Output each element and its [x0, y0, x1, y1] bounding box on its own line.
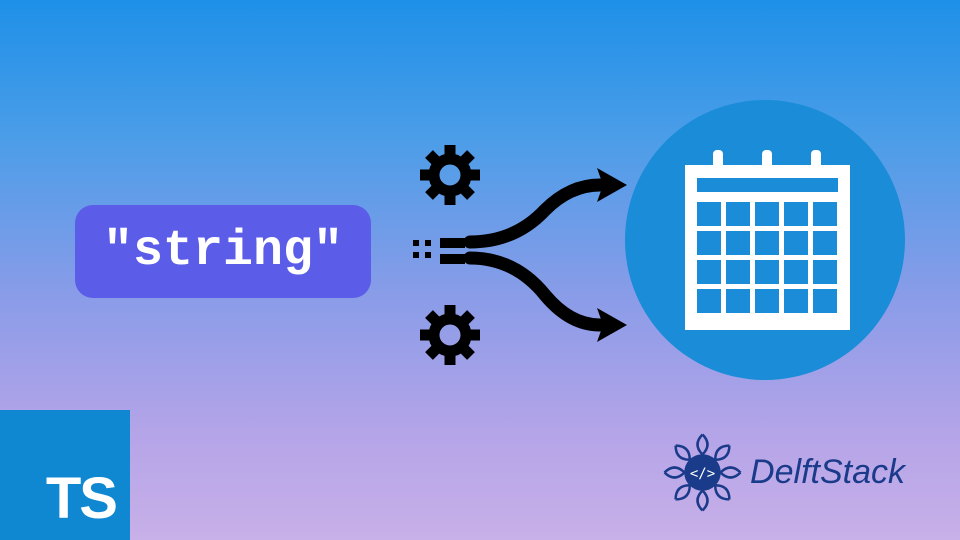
transform-icon [405, 130, 635, 380]
calendar-icon [685, 150, 850, 330]
delftstack-logo: </> DelftStack [660, 430, 905, 515]
svg-text:</>: </> [690, 466, 715, 482]
typescript-logo: TS [0, 410, 130, 540]
string-label: "string" [103, 223, 343, 280]
mandala-icon: </> [660, 430, 745, 515]
ts-logo-text: TS [46, 470, 116, 528]
brand-text: DelftStack [750, 453, 905, 492]
string-badge: "string" [75, 205, 371, 298]
